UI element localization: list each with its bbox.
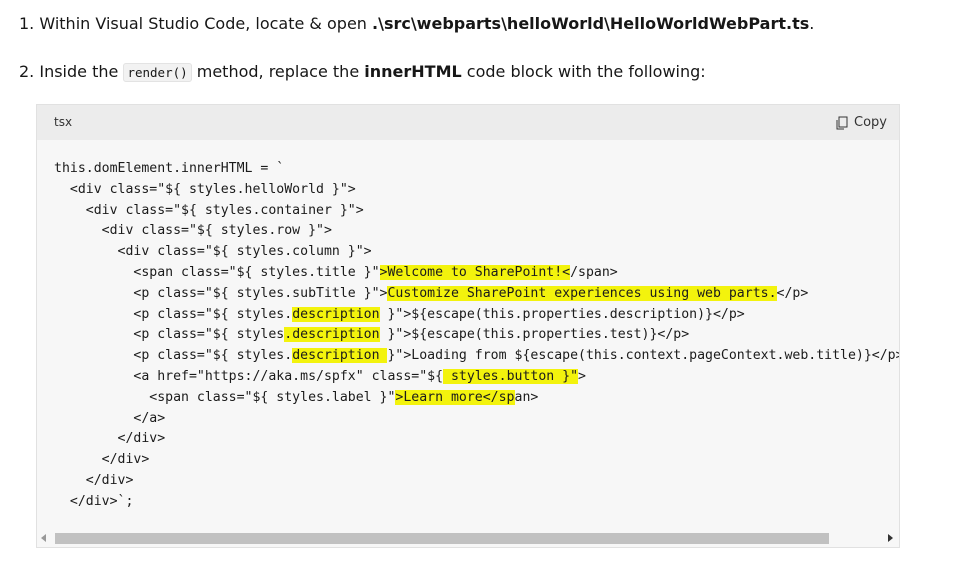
step-2-number: 2. [19,62,35,81]
scroll-right-arrow-icon[interactable] [888,534,893,542]
step-2-text: Inside the [39,62,124,81]
step-1-file-path: .\src\webparts\helloWorld\HelloWorldWebP… [372,14,810,33]
highlighted-code-text: styles.button }" [443,368,579,384]
code-text: <div class="${ styles.row }"> [54,223,332,239]
inline-code-render: render() [123,63,192,82]
code-text: <span class="${ styles.title }" [54,264,380,280]
code-line: <p class="${ styles.description }">${esc… [54,327,690,343]
highlighted-code-text: >Welcome to SharePoint!< [379,264,571,280]
code-text: </a> [54,410,166,426]
code-language-label: tsx [54,115,73,129]
copy-icon [836,116,848,129]
code-text: }">${escape(this.properties.description)… [379,306,745,322]
code-text: }">Loading from ${escape(this.context.pa… [387,348,899,364]
code-text: <div class="${ styles.container }"> [54,202,364,218]
code-line: <div class="${ styles.row }"> [54,223,332,238]
highlighted-code-text: description [292,348,388,364]
code-line: </a> [54,411,165,426]
code-line: <div class="${ styles.container }"> [54,203,364,218]
code-line: <span class="${ styles.label }">Learn mo… [54,389,539,405]
copy-button[interactable]: Copy [833,113,889,132]
code-line: this.domElement.innerHTML = ` [54,161,284,176]
step-1-text-end: . [809,14,815,33]
code-text: </div> [54,431,166,447]
code-text: <p class="${ styles [54,327,285,343]
step-1: 1. Within Visual Studio Code, locate & o… [19,14,814,33]
code-header: tsx Copy [37,105,899,140]
code-line: </div> [54,472,134,488]
step-1-text: Within Visual Studio Code, locate & open [39,14,373,33]
code-text: /span> [570,264,618,280]
scroll-left-arrow-icon[interactable] [41,534,46,542]
code-line: <p class="${ styles.subTitle }">Customiz… [54,285,809,301]
code-text: <div class="${ styles.column }"> [54,244,372,260]
copy-label: Copy [854,115,887,130]
scrollbar-thumb[interactable] [55,533,829,544]
code-text: <span class="${ styles.label }" [54,389,396,405]
code-text: <p class="${ styles.subTitle }"> [54,285,388,301]
code-text: <p class="${ styles. [54,348,293,364]
step-2: 2. Inside the render() method, replace t… [19,62,706,82]
code-text: </div> [54,472,134,488]
code-text: }">${escape(this.properties.test)}</p> [379,327,690,343]
highlighted-code-text: >Learn more</sp [395,389,515,405]
code-block: tsx Copy this.domElement.innerHTML = ` <… [36,104,900,548]
code-line: </div> [54,431,166,447]
code-area: this.domElement.innerHTML = ` <div class… [37,140,899,528]
code-text: </div>`; [54,493,134,509]
code-line: </div> [54,452,150,468]
code-line: <p class="${ styles.description }">${esc… [54,306,745,322]
step-2-text-middle: method, replace the [191,62,365,81]
code-line: <div class="${ styles.helloWorld }"> [54,182,356,197]
code-text: </div> [54,452,150,468]
code-line: <a href="https://aka.ms/spfx" class="${ … [54,368,586,384]
code-text: an> [514,389,539,405]
code-text: <p class="${ styles. [54,306,293,322]
highlighted-code-text: Customize SharePoint experiences using w… [387,285,777,301]
code-text: this.domElement.innerHTML = ` [54,161,285,176]
code-line: </div>`; [54,493,134,509]
highlighted-code-text: description [292,306,380,322]
highlighted-code-text: .description [284,327,380,343]
step-1-number: 1. [19,14,35,33]
code-text: </p> [776,285,809,301]
code-text: <a href="https://aka.ms/spfx" class="${ [54,368,444,384]
code-text: <div class="${ styles.helloWorld }"> [54,181,356,197]
horizontal-scrollbar[interactable] [37,529,899,547]
code-line: <span class="${ styles.title }">Welcome … [54,264,618,280]
code-line: <p class="${ styles.description }">Loadi… [54,348,899,364]
step-2-text-end: code block with the following: [461,62,706,81]
code-text: > [578,368,586,384]
code-line: <div class="${ styles.column }"> [54,244,372,259]
code-content: this.domElement.innerHTML = ` <div class… [54,159,899,513]
step-2-bold-innerhtml: innerHTML [364,62,462,81]
